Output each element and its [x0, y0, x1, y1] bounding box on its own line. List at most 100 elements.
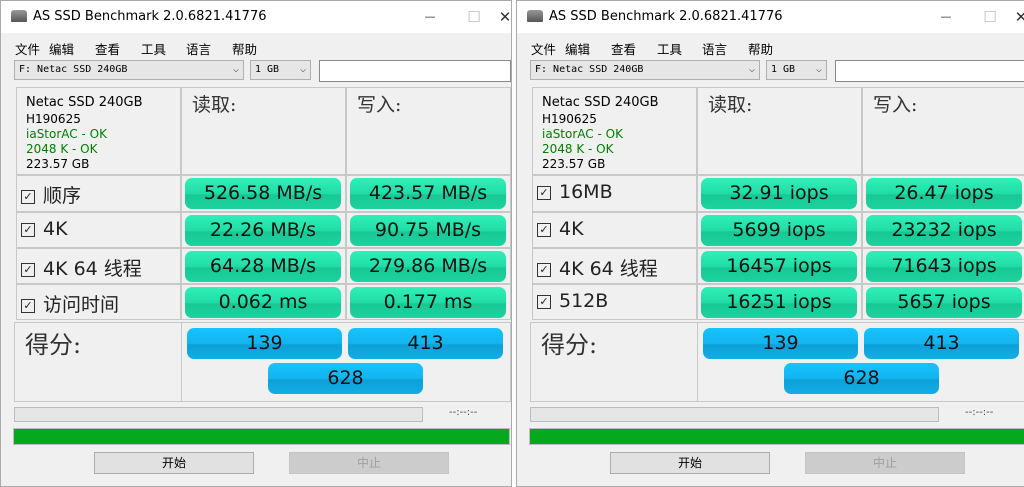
score-total: 628: [268, 363, 423, 394]
test-checkbox-label[interactable]: ✓ 顺序: [21, 181, 81, 208]
size-value: 1 GB: [255, 64, 280, 75]
write-column-header: 写入:: [346, 87, 511, 175]
chevron-down-icon: ⌵: [748, 64, 755, 75]
chevron-down-icon: ⌵: [232, 64, 239, 75]
drive-info: Netac SSD 240GB H190625 iaStorAC - OK 2048 …: [26, 94, 143, 172]
read-cell: 0.062 ms: [181, 284, 346, 320]
write-result: 71643 iops: [866, 251, 1022, 282]
test-row-label[interactable]: ✓ 4K 64 线程: [16, 248, 181, 284]
close-button[interactable]: ✕: [1014, 5, 1024, 29]
write-header: 写入:: [873, 94, 918, 116]
drive-select[interactable]: F: Netac SSD 240GB ⌵: [530, 60, 760, 80]
test-checkbox-label[interactable]: ✓ 16MB: [537, 181, 613, 203]
test-checkbox-label[interactable]: ✓ 4K: [21, 218, 68, 240]
checkbox[interactable]: ✓: [21, 223, 35, 237]
read-column-header: 读取:: [697, 87, 862, 175]
size-select[interactable]: 1 GB ⌵: [766, 60, 827, 80]
test-row-label[interactable]: ✓ 16MB: [532, 175, 697, 212]
write-result: 423.57 MB/s: [350, 178, 506, 209]
test-row-label[interactable]: ✓ 4K: [532, 212, 697, 248]
write-result: 26.47 iops: [866, 178, 1022, 209]
menu-item[interactable]: 文件: [15, 39, 40, 58]
drive-select[interactable]: F: Netac SSD 240GB ⌵: [14, 60, 244, 80]
test-row-label[interactable]: ✓ 4K 64 线程: [532, 248, 697, 284]
menu-item[interactable]: 帮助: [748, 39, 773, 58]
close-button[interactable]: ✕: [498, 5, 512, 29]
test-row-label[interactable]: ✓ 访问时间: [16, 284, 181, 320]
menu-item[interactable]: 工具: [657, 39, 682, 58]
read-result: 16251 iops: [701, 287, 857, 318]
write-cell: 26.47 iops: [862, 175, 1024, 212]
write-cell: 90.75 MB/s: [346, 212, 511, 248]
read-cell: 22.26 MB/s: [181, 212, 346, 248]
menu-item[interactable]: 帮助: [232, 39, 257, 58]
menu-item[interactable]: 编辑: [49, 39, 74, 58]
test-checkbox-label[interactable]: ✓ 访问时间: [21, 290, 119, 317]
menu-item[interactable]: 编辑: [565, 39, 590, 58]
start-button[interactable]: 开始: [610, 452, 770, 474]
read-cell: 32.91 iops: [697, 175, 862, 212]
menu-item[interactable]: 语言: [702, 39, 727, 58]
read-cell: 16251 iops: [697, 284, 862, 320]
read-result: 0.062 ms: [185, 287, 341, 318]
drive-model: Netac SSD 240GB: [26, 95, 143, 110]
app-icon: [11, 10, 27, 22]
score-label-cell: 得分:: [14, 322, 182, 402]
test-checkbox-label[interactable]: ✓ 512B: [537, 290, 608, 312]
checkbox[interactable]: ✓: [21, 263, 35, 277]
score-read: 139: [703, 328, 858, 359]
checkbox[interactable]: ✓: [537, 223, 551, 237]
read-result: 22.26 MB/s: [185, 215, 341, 246]
write-result: 5657 iops: [866, 287, 1022, 318]
read-column-header: 读取:: [181, 87, 346, 175]
test-checkbox-label[interactable]: ✓ 4K: [537, 218, 584, 240]
stop-button: 中止: [289, 452, 449, 474]
checkbox[interactable]: ✓: [537, 295, 551, 309]
menu-item[interactable]: 查看: [95, 39, 120, 58]
score-total: 628: [784, 363, 939, 394]
test-name: 顺序: [43, 185, 82, 207]
minimize-button[interactable]: —: [931, 5, 961, 29]
checkbox[interactable]: ✓: [21, 299, 35, 313]
menu-item[interactable]: 工具: [141, 39, 166, 58]
text-input[interactable]: [319, 60, 511, 82]
checkbox[interactable]: ✓: [21, 190, 35, 204]
test-row-label[interactable]: ✓ 512B: [532, 284, 697, 320]
text-input[interactable]: [835, 60, 1024, 82]
chevron-down-icon: ⌵: [299, 64, 306, 75]
menu-item[interactable]: 查看: [611, 39, 636, 58]
benchmark-window: AS SSD Benchmark 2.0.6821.41776 — ☐ ✕ 文件 编辑 查看…: [516, 0, 1024, 487]
read-cell: 64.28 MB/s: [181, 248, 346, 284]
maximize-button[interactable]: ☐: [459, 5, 489, 29]
drive-value: F: Netac SSD 240GB: [535, 64, 644, 75]
checkbox[interactable]: ✓: [537, 263, 551, 277]
checkbox[interactable]: ✓: [537, 186, 551, 200]
start-button[interactable]: 开始: [94, 452, 254, 474]
size-select[interactable]: 1 GB ⌵: [250, 60, 311, 80]
read-cell: 16457 iops: [697, 248, 862, 284]
menu-item[interactable]: 语言: [186, 39, 211, 58]
chevron-down-icon: ⌵: [815, 64, 822, 75]
title-bar[interactable]: AS SSD Benchmark 2.0.6821.41776 — ☐ ✕: [517, 1, 1024, 33]
score-write: 413: [864, 328, 1019, 359]
test-row-label[interactable]: ✓ 顺序: [16, 175, 181, 212]
write-cell: 279.86 MB/s: [346, 248, 511, 284]
overall-progress-bar: [13, 428, 510, 445]
test-row-label[interactable]: ✓ 4K: [16, 212, 181, 248]
test-checkbox-label[interactable]: ✓ 4K 64 线程: [21, 254, 142, 281]
test-progress-bar: [14, 407, 423, 422]
drive-capacity: 223.57 GB: [542, 157, 606, 171]
overall-progress-fill: [530, 429, 1024, 444]
drive-firmware: H190625: [542, 112, 597, 126]
minimize-button[interactable]: —: [415, 5, 445, 29]
menu-item[interactable]: 文件: [531, 39, 556, 58]
drive-model: Netac SSD 240GB: [542, 95, 659, 110]
maximize-button[interactable]: ☐: [975, 5, 1005, 29]
write-cell: 0.177 ms: [346, 284, 511, 320]
drive-value: F: Netac SSD 240GB: [19, 64, 128, 75]
test-checkbox-label[interactable]: ✓ 4K 64 线程: [537, 254, 658, 281]
title-bar[interactable]: AS SSD Benchmark 2.0.6821.41776 — ☐ ✕: [1, 1, 511, 33]
write-cell: 423.57 MB/s: [346, 175, 511, 212]
test-name: 16MB: [559, 181, 613, 203]
driver-status: iaStorAC - OK: [542, 127, 623, 141]
